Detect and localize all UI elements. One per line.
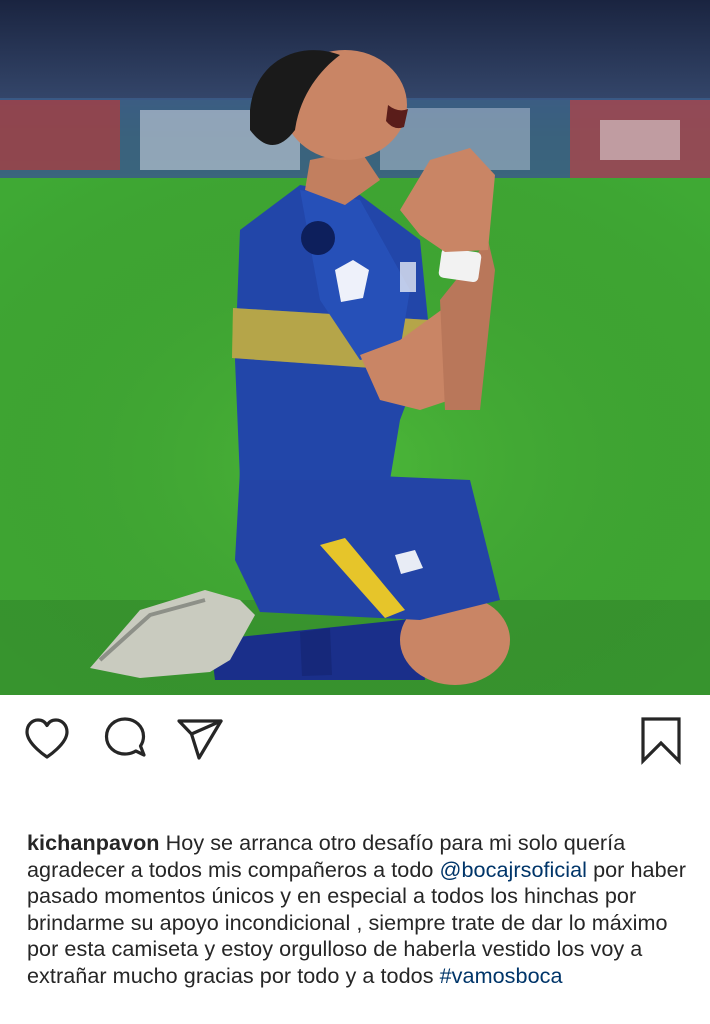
comment-icon <box>104 717 146 757</box>
bookmark-icon <box>641 717 681 765</box>
caption-hashtag[interactable]: #vamosboca <box>440 963 563 988</box>
caption-username[interactable]: kichanpavon <box>27 830 160 855</box>
action-bar <box>0 695 710 795</box>
share-button[interactable] <box>175 715 225 765</box>
player-kneeling-illustration <box>0 0 710 695</box>
comment-button[interactable] <box>100 715 150 765</box>
post-photo[interactable] <box>0 0 710 695</box>
instagram-post: kichanpavon Hoy se arranca otro desafío … <box>0 0 710 1024</box>
post-caption: kichanpavon Hoy se arranca otro desafío … <box>27 830 697 990</box>
save-button[interactable] <box>636 715 686 765</box>
heart-icon <box>25 718 69 759</box>
like-button[interactable] <box>22 715 72 765</box>
caption-mention[interactable]: @bocajrsoficial <box>440 857 588 882</box>
paper-plane-icon <box>177 719 223 760</box>
